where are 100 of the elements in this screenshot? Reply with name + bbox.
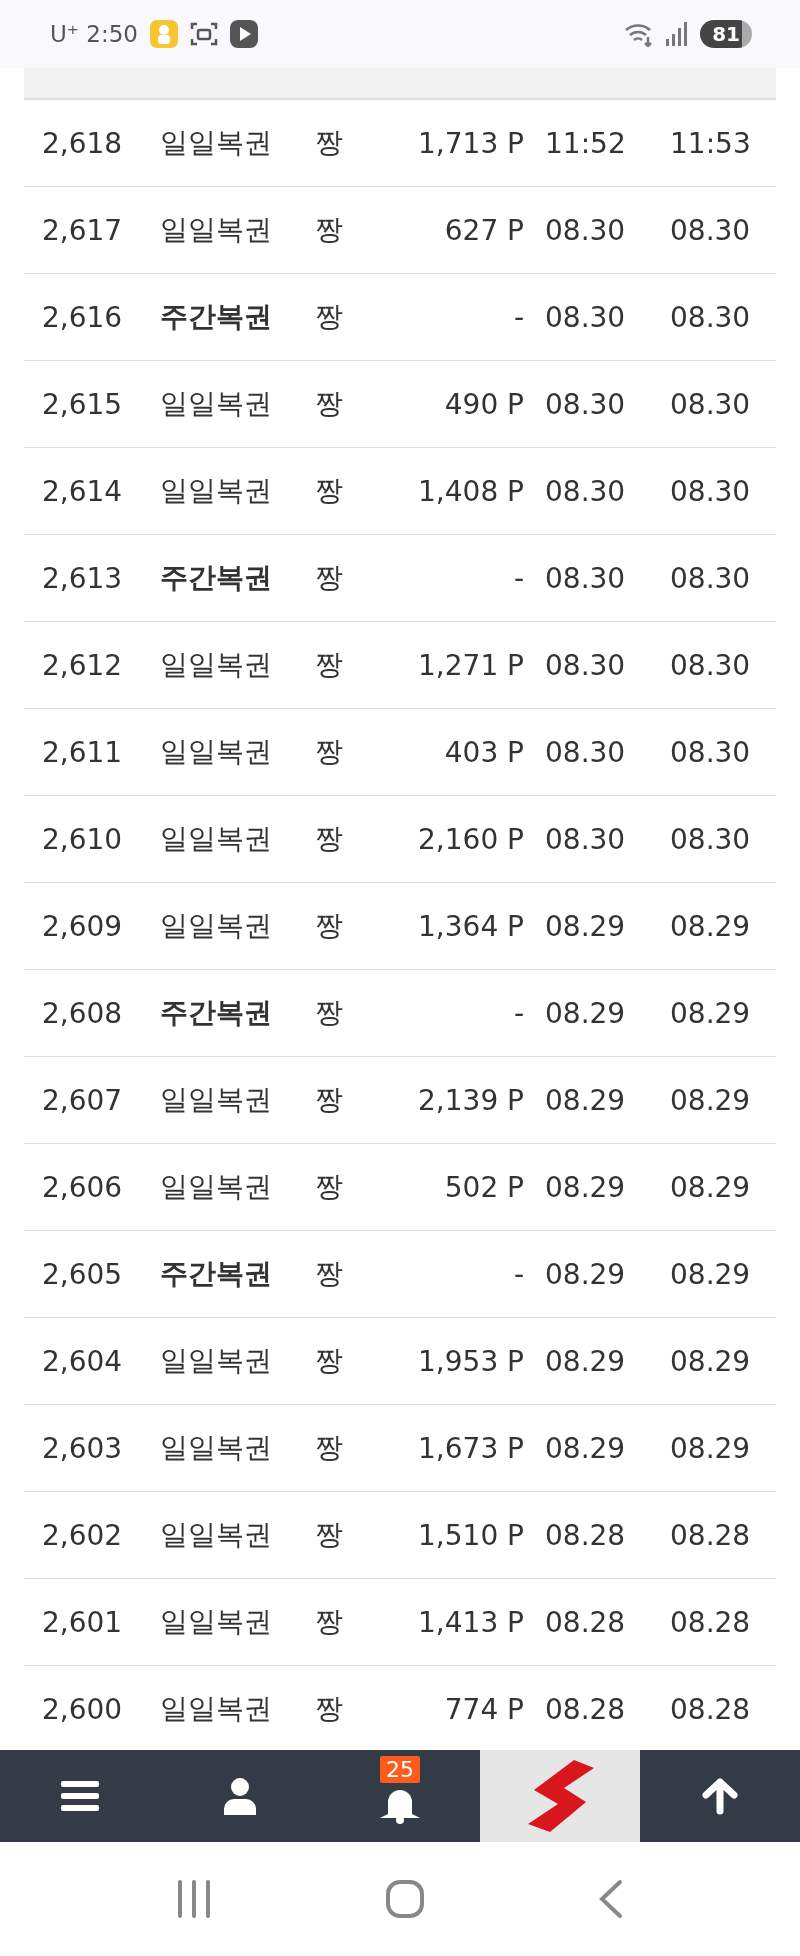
table-cell-text: 2,602 xyxy=(42,1518,124,1552)
table-cell-text: 2,607 xyxy=(42,1083,124,1117)
table-cell-text: - xyxy=(512,996,524,1030)
table-cell-text: 08.29 xyxy=(670,909,752,943)
table-cell-text: 일일복권 xyxy=(160,1604,273,1640)
table-cell-text: 1,413 P xyxy=(417,1605,524,1639)
table-cell-text: 2,608 xyxy=(42,996,124,1030)
table-cell-text: 일일복권 xyxy=(160,1691,273,1727)
table-cell-text: 2,611 xyxy=(42,735,124,769)
table-cell-text: 08.29 xyxy=(544,1083,627,1117)
table-cell-text: 490 P xyxy=(443,387,524,421)
table-cell-text: 08.29 xyxy=(544,1257,627,1291)
table-cell-text: 08.28 xyxy=(670,1605,752,1639)
table-cell-text: 짱 xyxy=(315,125,344,161)
table-cell-text: 일일복권 xyxy=(160,1082,273,1118)
table-cell-text: 08.30 xyxy=(544,561,627,595)
table-cell-text: 1,673 P xyxy=(417,1431,524,1465)
table-cell-text: 1,271 P xyxy=(417,648,524,682)
table-cell-text: 일일복권 xyxy=(160,1343,273,1379)
table-cell-text: 짱 xyxy=(315,386,344,422)
table-cell-text: 1,364 P xyxy=(417,909,524,943)
table-cell-text: 짱 xyxy=(315,908,344,944)
home-icon[interactable] xyxy=(385,1879,425,1919)
home-logo-button[interactable] xyxy=(480,1750,640,1842)
notification-badge: 25 xyxy=(380,1756,420,1783)
table-cell-text: 08.30 xyxy=(670,735,752,769)
table-cell-text: 짱 xyxy=(315,1169,344,1205)
table-cell-text: 08.29 xyxy=(544,1344,627,1378)
table-cell-text: 짱 xyxy=(315,1517,344,1553)
table-cell-text: 2,601 xyxy=(42,1605,124,1639)
table-cell-text: 2,160 P xyxy=(417,822,524,856)
table-cell-text: 08.29 xyxy=(544,1170,627,1204)
table-cell-text: - xyxy=(512,561,524,595)
table-cell-text: 짱 xyxy=(315,473,344,509)
table-cell-text: 08.29 xyxy=(544,909,627,943)
table-cell-text: 502 P xyxy=(443,1170,524,1204)
table-cell-text: 08.28 xyxy=(544,1605,627,1639)
table-cell-text: 08.29 xyxy=(670,1083,752,1117)
table-cell-text: 08.30 xyxy=(670,561,752,595)
table-cell-text: 08.30 xyxy=(670,300,752,334)
table-cell-text: 짱 xyxy=(315,212,344,248)
table-cell-text: 08.30 xyxy=(544,474,627,508)
table-cell-text: 08.29 xyxy=(670,996,752,1030)
table-cell-text: 짱 xyxy=(315,560,344,596)
status-time: U⁺ 2:50 xyxy=(50,21,138,47)
table-cell-text: 짱 xyxy=(315,1430,344,1466)
table-cell-text: 627 P xyxy=(443,213,524,247)
table-cell-text: 일일복권 xyxy=(160,908,273,944)
table-cell-text: 08.30 xyxy=(544,822,627,856)
table-cell-text: 1,408 P xyxy=(417,474,524,508)
table-cell-text: 08.28 xyxy=(670,1692,752,1726)
table-cell-text: 일일복권 xyxy=(160,647,273,683)
table-cell-text: 일일복권 xyxy=(160,734,273,770)
battery-level: 81 xyxy=(700,20,752,48)
table-cell-text: 짱 xyxy=(315,647,344,683)
table-cell-text: 2,612 xyxy=(42,648,124,682)
table-cell-text: 08.30 xyxy=(670,474,752,508)
table-cell-text: 짱 xyxy=(315,821,344,857)
bell-icon xyxy=(380,1790,420,1824)
table-cell-text: 일일복권 xyxy=(160,821,273,857)
app-notification-icon xyxy=(149,20,178,48)
table-cell-text: 08.29 xyxy=(544,1431,627,1465)
table-cell-text: 08.29 xyxy=(544,996,627,1030)
table-cell-text: 08.30 xyxy=(544,648,627,682)
signal-icon xyxy=(666,21,689,47)
back-icon[interactable] xyxy=(597,1879,624,1919)
table-cell-text: 08.29 xyxy=(670,1170,752,1204)
table-cell-text: 08.28 xyxy=(670,1518,752,1552)
table-cell-text: 2,600 xyxy=(42,1692,124,1726)
table-cell-text: 11:52 xyxy=(544,126,627,160)
table-cell-text: 2,613 xyxy=(42,561,124,595)
table-cell-text: 774 P xyxy=(443,1692,524,1726)
table-cell-text: 일일복권 xyxy=(160,1517,273,1553)
menu-icon xyxy=(61,1779,99,1813)
table-cell-text: 11:53 xyxy=(670,126,752,160)
table-cell-text: 일일복권 xyxy=(160,1169,273,1205)
person-icon xyxy=(223,1777,257,1815)
table-cell-text: 08.30 xyxy=(544,735,627,769)
notification-button[interactable]: 25 xyxy=(320,1750,480,1842)
table-cell-text: 일일복권 xyxy=(160,473,273,509)
table-cell-text: 2,603 xyxy=(42,1431,124,1465)
table-cell-text: 일일복권 xyxy=(160,212,273,248)
recent-apps-icon[interactable] xyxy=(176,1879,213,1919)
table-cell-text: 2,617 xyxy=(42,213,124,247)
table-cell-text: - xyxy=(512,1257,524,1291)
screenshot-icon xyxy=(189,20,218,48)
table-cell-text: 일일복권 xyxy=(160,125,273,161)
table-cell-text: 주간복권 xyxy=(160,299,273,335)
table-cell-text: 주간복권 xyxy=(160,995,273,1031)
table-cell-text: 2,614 xyxy=(42,474,124,508)
table-cell-text: 2,606 xyxy=(42,1170,124,1204)
table-cell-text: 짱 xyxy=(315,1082,344,1118)
table-cell-text: 2,616 xyxy=(42,300,124,334)
table-cell-text: 08.30 xyxy=(670,648,752,682)
table-cell-text: 08.30 xyxy=(544,300,627,334)
table-cell-text: 짱 xyxy=(315,1256,344,1292)
table-cell-text: 2,610 xyxy=(42,822,124,856)
table-cell-text: 08.30 xyxy=(544,387,627,421)
table-cell-text: 2,604 xyxy=(42,1344,124,1378)
table-cell-text: 1,713 P xyxy=(417,126,524,160)
